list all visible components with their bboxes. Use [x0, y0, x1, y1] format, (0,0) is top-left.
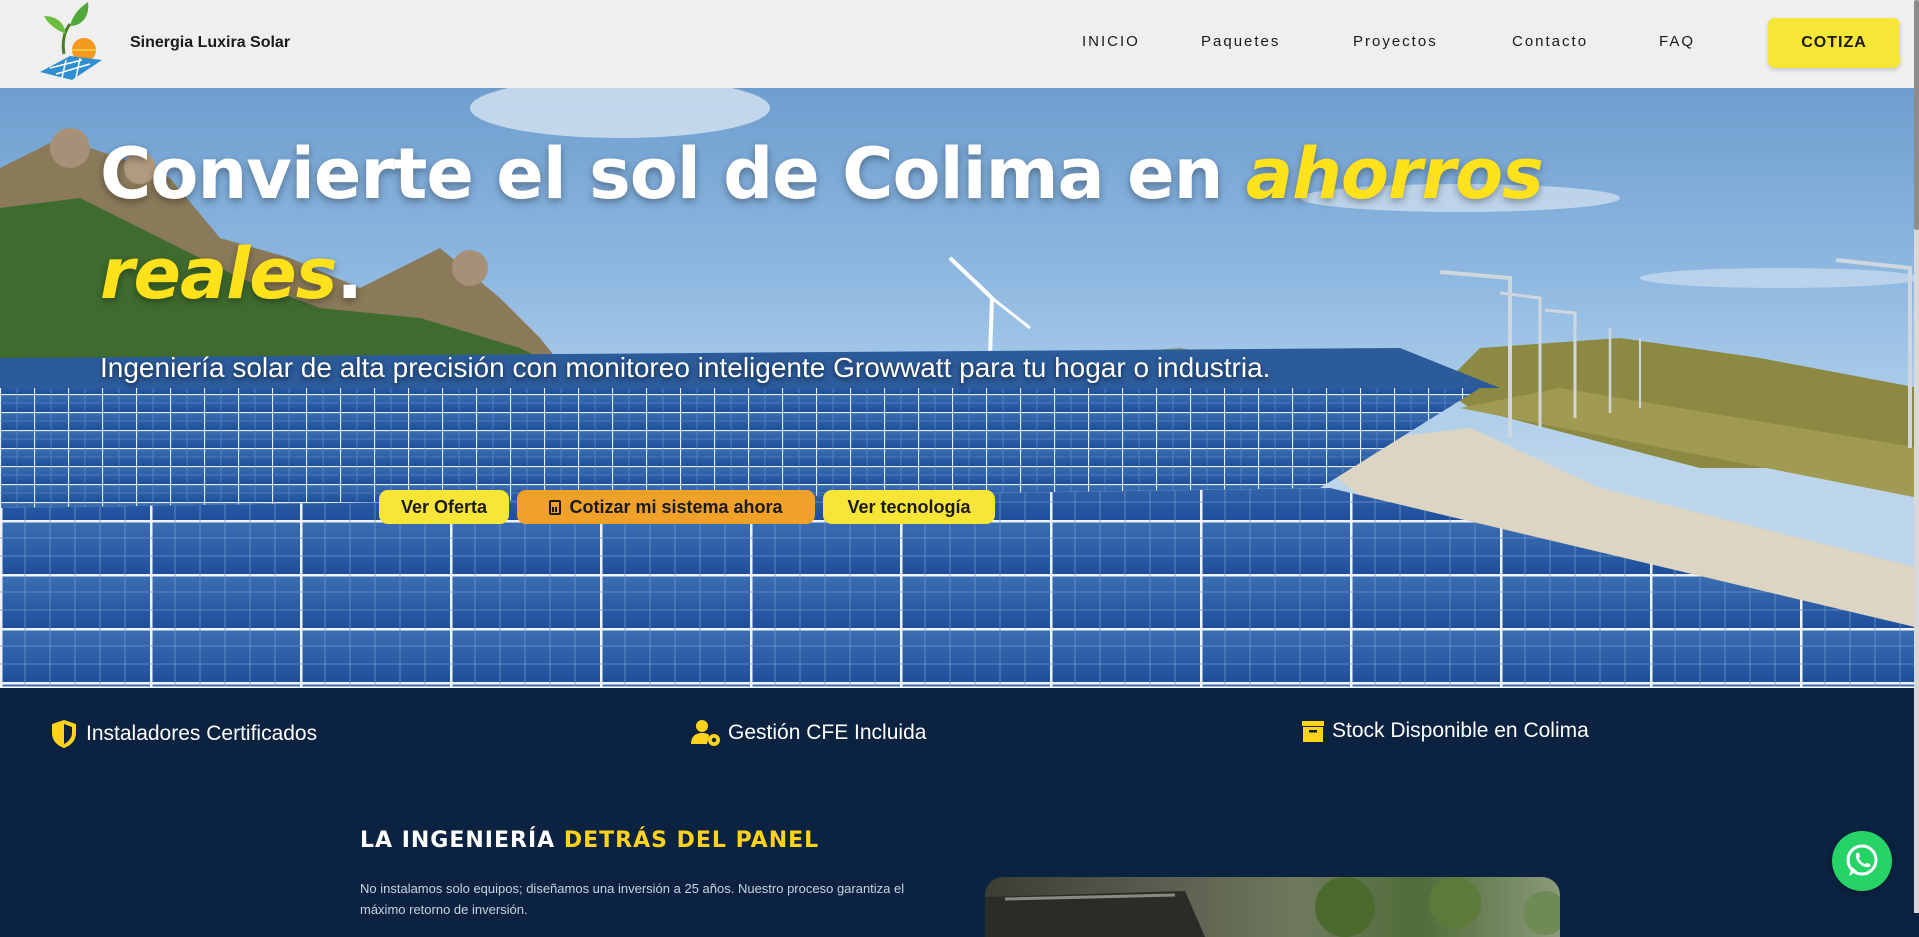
nav-proyectos[interactable]: Proyectos — [1353, 33, 1438, 50]
site-header: Sinergia Luxira Solar INICIO Paquetes Pr… — [0, 0, 1919, 88]
section-photo — [985, 877, 1560, 937]
section-title-main: LA INGENIERÍA — [360, 828, 564, 853]
ver-tecnologia-button[interactable]: Ver tecnología — [823, 490, 995, 524]
section-title-highlight: DETRÁS DEL PANEL — [563, 828, 820, 853]
whatsapp-icon — [1846, 844, 1878, 876]
brand-name[interactable]: Sinergia Luxira Solar — [130, 34, 290, 52]
ver-oferta-label: Ver Oferta — [400, 496, 488, 517]
shield-icon — [52, 720, 76, 748]
user-gear-icon — [691, 720, 720, 746]
cotizar-sistema-button[interactable]: Cotizar mi sistema ahora — [517, 490, 815, 524]
ver-tecnologia-label: Ver tecnología — [847, 496, 971, 517]
hero-title-end: . — [336, 233, 363, 315]
hero-section: Convierte el sol de Colima en ahorros re… — [0, 88, 1919, 688]
badge-gestion-cfe-label: Gestión CFE Incluida — [728, 721, 927, 744]
trust-band: Instaladores Certificados Gestión CFE In… — [0, 688, 1919, 937]
hero-title-main: Convierte el sol de Colima en — [100, 133, 1246, 215]
nav-paquetes[interactable]: Paquetes — [1201, 33, 1280, 50]
section-text: No instalamos solo equipos; diseñamos un… — [360, 881, 905, 917]
nav-faq[interactable]: FAQ — [1659, 33, 1695, 50]
ver-oferta-button[interactable]: Ver Oferta — [379, 490, 509, 524]
badge-stock-label: Stock Disponible en Colima — [1332, 719, 1589, 742]
whatsapp-button[interactable] — [1832, 831, 1892, 891]
hero-subtitle: Ingeniería solar de alta precisión con m… — [100, 352, 1271, 383]
section-title: LA INGENIERÍA DETRÁS DEL PANEL — [360, 828, 819, 853]
badge-stock: Stock Disponible en Colima — [1300, 718, 1589, 744]
cotizar-sistema-label: Cotizar mi sistema ahora — [569, 496, 783, 517]
scrollbar-thumb[interactable] — [1914, 0, 1919, 230]
hero-title: Convierte el sol de Colima en ahorros re… — [100, 124, 1600, 324]
badge-instaladores-label: Instaladores Certificados — [86, 722, 318, 745]
cotiza-button[interactable]: COTIZA — [1768, 18, 1900, 68]
box-icon — [1302, 721, 1324, 742]
badge-instaladores: Instaladores Certificados — [48, 718, 317, 750]
nav-inicio[interactable]: INICIO — [1082, 33, 1140, 50]
logo[interactable] — [26, 2, 110, 84]
calculator-icon — [549, 499, 562, 515]
nav-contacto[interactable]: Contacto — [1512, 33, 1588, 50]
badge-gestion-cfe: Gestión CFE Incluida — [690, 718, 926, 748]
